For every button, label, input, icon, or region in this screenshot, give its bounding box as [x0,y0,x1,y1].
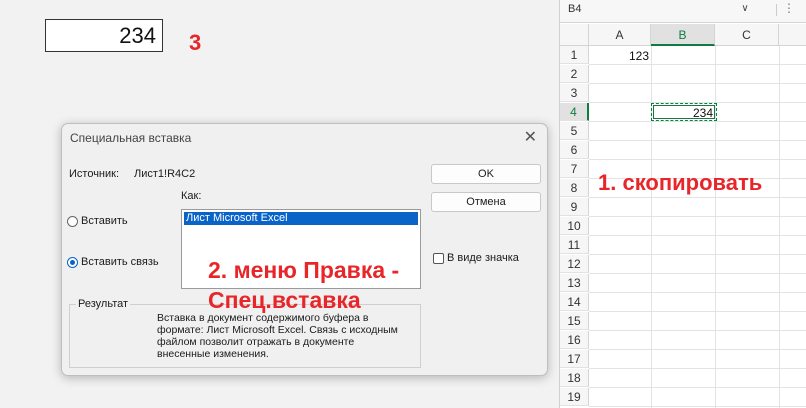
result-line: файлом позволит отражать в документе [157,336,355,348]
column-header-a[interactable]: A [589,24,651,46]
annotation-step-2-line1: 2. меню Правка - [208,257,400,283]
list-item-excel-sheet[interactable]: Лист Microsoft Excel [184,212,418,225]
gridline [589,102,806,103]
display-as-icon-checkbox[interactable]: В виде значка [433,252,519,264]
radio-paste-link[interactable]: Вставить связь [67,256,159,268]
column-header-b[interactable]: B [651,24,715,46]
row-header-5[interactable]: 5 [560,122,589,140]
result-description: Вставка в документ содержимого буфера в … [157,312,417,360]
formula-bar-separator [776,4,777,16]
gridline [589,235,806,236]
result-legend: Результат [76,298,131,310]
vertical-dots-icon[interactable]: ⋮ [783,0,795,16]
gridline [589,254,806,255]
source-label: Источник: [69,168,120,180]
gridline [589,140,806,141]
row-header-2[interactable]: 2 [560,65,589,83]
ok-button[interactable]: OK [431,164,541,184]
gridline [589,349,806,350]
column-header-c[interactable]: C [715,24,779,46]
cell-a1[interactable]: 123 [590,47,649,65]
row-header-17[interactable]: 17 [560,350,589,368]
column-header-next[interactable] [779,24,806,46]
paste-special-dialog: Специальная вставка ✕ Источник: Лист1!R4… [61,123,548,376]
gridline [589,159,806,160]
pasted-value-box[interactable]: 234 [45,19,163,52]
select-all-corner[interactable] [560,24,589,46]
gridline [589,273,806,274]
row-header-16[interactable]: 16 [560,331,589,349]
gridline [779,46,780,408]
gridline [589,121,806,122]
close-icon[interactable]: ✕ [524,127,537,147]
gridline [589,64,806,65]
row-header-18[interactable]: 18 [560,369,589,387]
spreadsheet: B4 ∨ ⋮ A B C 123 234 1 2 3 4 5 6 7 8 9 10 11 12 13 14… [559,0,806,408]
result-line: внесенные изменения. [157,348,269,360]
annotation-step-1: 1. скопировать [598,170,763,195]
dialog-title: Специальная вставка [70,131,192,145]
annotation-step-3: 3 [189,30,202,55]
radio-paste-link-label: Вставить связь [81,256,159,268]
source-value: Лист1!R4C2 [134,168,196,180]
row-header-7[interactable]: 7 [560,160,589,178]
cell-b4-copied[interactable]: 234 [651,103,717,121]
row-header-9[interactable]: 9 [560,198,589,216]
row-header-11[interactable]: 11 [560,236,589,254]
result-line: формате: Лист Microsoft Excel. Связь с и… [157,324,398,336]
formula-bar: B4 ∨ ⋮ [560,0,806,23]
radio-button-selected-icon[interactable] [67,256,78,268]
row-header-14[interactable]: 14 [560,293,589,311]
row-header-3[interactable]: 3 [560,84,589,102]
gridline [651,46,652,408]
gridline [715,46,716,408]
row-header-8[interactable]: 8 [560,179,589,197]
gridline [589,330,806,331]
row-header-13[interactable]: 13 [560,274,589,292]
display-as-icon-label: В виде значка [447,252,519,264]
radio-paste-label: Вставить [81,215,128,227]
row-header-6[interactable]: 6 [560,141,589,159]
checkbox-icon[interactable] [433,252,444,264]
radio-paste[interactable]: Вставить [67,215,128,227]
gridline [589,216,806,217]
gridline [589,83,806,84]
row-header-19[interactable]: 19 [560,388,589,406]
gridline [589,406,806,407]
row-header-12[interactable]: 12 [560,255,589,273]
annotation-step-2: 2. меню Правка - Спец.вставка [208,255,399,315]
gridline [589,368,806,369]
radio-button-icon[interactable] [67,215,78,227]
row-header-1[interactable]: 1 [560,46,589,64]
gridline [589,387,806,388]
gridline [589,311,806,312]
annotation-step-2-line2: Спец.вставка [208,287,361,313]
name-box[interactable]: B4 [568,0,748,18]
as-label: Как: [181,190,202,202]
row-header-4[interactable]: 4 [560,103,589,121]
cancel-button[interactable]: Отмена [431,192,541,212]
gridline [589,197,806,198]
row-header-10[interactable]: 10 [560,217,589,235]
row-header-15[interactable]: 15 [560,312,589,330]
chevron-down-icon[interactable]: ∨ [739,2,751,16]
gridline [589,292,806,293]
